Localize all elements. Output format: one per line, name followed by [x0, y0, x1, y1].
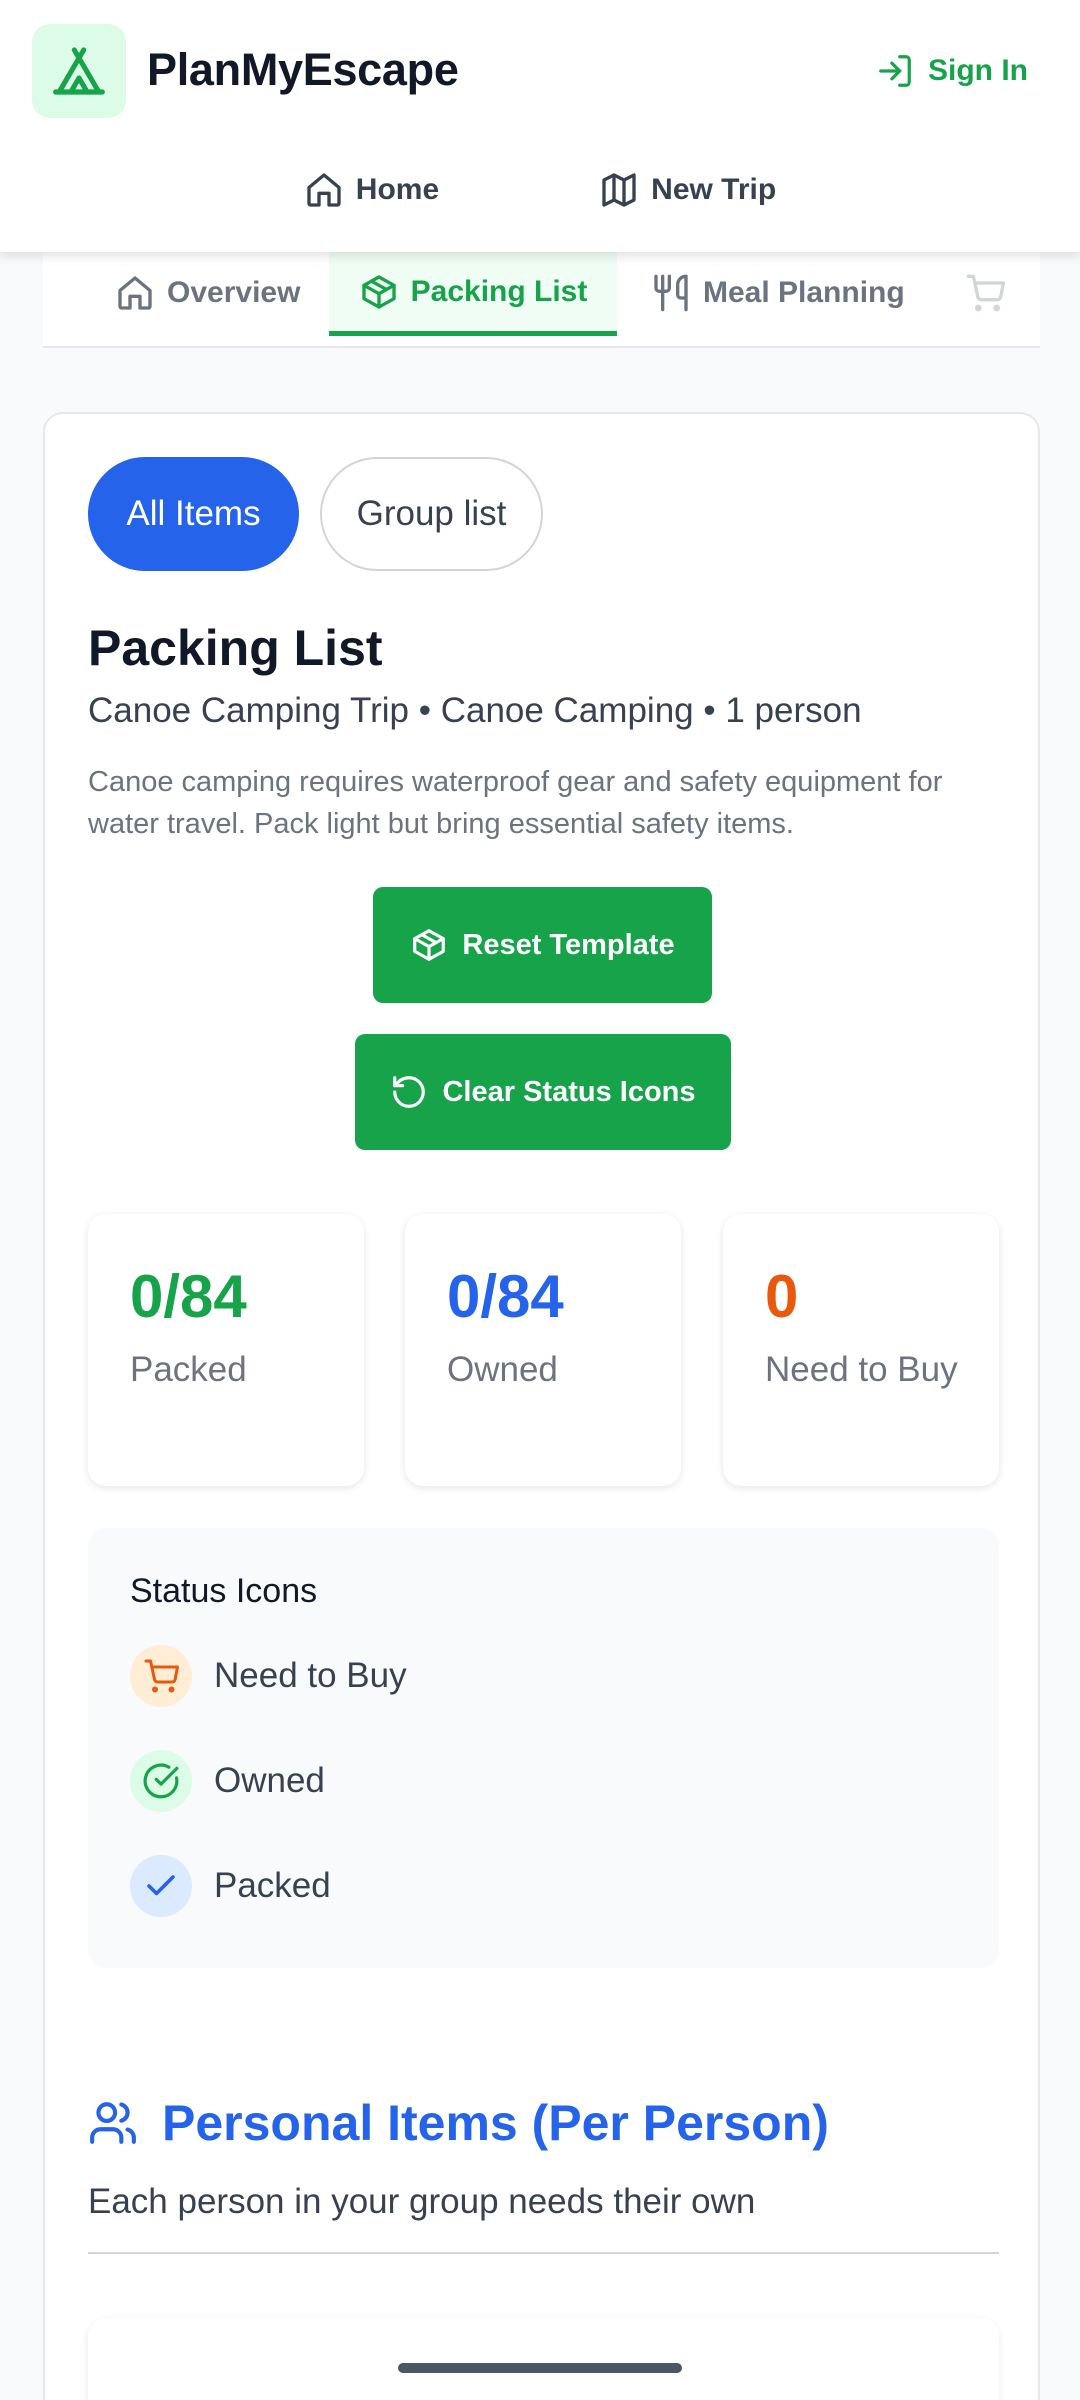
stat-need-to-buy: 0 Need to Buy: [723, 1214, 999, 1486]
legend-title: Status Icons: [130, 1572, 318, 1610]
section-title: Personal Items (Per Person): [88, 2094, 829, 2152]
tab-packing-list-label: Packing List: [410, 274, 588, 308]
package-icon: [413, 929, 446, 961]
home-icon: [118, 276, 152, 310]
tent-logo-icon[interactable]: [32, 24, 126, 118]
sign-in-icon: [879, 55, 911, 87]
check-circle-icon: [130, 1750, 192, 1812]
status-icons-legend: Status Icons Need to Buy Owned Packed: [88, 1528, 999, 1968]
home-indicator[interactable]: [398, 2363, 682, 2373]
tab-overview[interactable]: Overview: [115, 252, 300, 334]
nav-home-label: Home: [355, 173, 440, 206]
legend-owned-label: Owned: [214, 1761, 325, 1800]
stat-need-to-buy-label: Need to Buy: [765, 1350, 958, 1389]
sign-in-label: Sign In: [928, 54, 1028, 87]
trip-description: Canoe camping requires waterproof gear a…: [88, 766, 943, 840]
cart-icon: [966, 274, 1005, 312]
trip-subtabs: Overview Packing List Meal Planning: [43, 252, 1040, 348]
utensils-icon: [654, 274, 688, 312]
cart-icon: [130, 1645, 192, 1707]
filter-group-list[interactable]: Group list: [320, 457, 543, 571]
stat-packed-value: 0/84: [130, 1263, 247, 1330]
legend-owned: Owned: [130, 1749, 325, 1813]
stat-owned-label: Owned: [447, 1350, 558, 1389]
legend-packed: Packed: [130, 1854, 331, 1918]
nav-new-trip[interactable]: New Trip: [599, 160, 776, 220]
section-description: Each person in your group needs their ow…: [88, 2182, 756, 2221]
sign-in-button[interactable]: Sign In: [876, 52, 1028, 90]
nav-home[interactable]: Home: [304, 160, 439, 220]
stat-packed: 0/84 Packed: [88, 1214, 364, 1486]
section-title-label: Personal Items (Per Person): [162, 2095, 829, 2151]
main-nav: Home New Trip: [0, 160, 1080, 220]
nav-new-trip-label: New Trip: [651, 173, 777, 206]
users-icon: [90, 2102, 136, 2144]
app-header: PlanMyEscape Sign In Home New Trip: [0, 0, 1080, 252]
package-icon: [361, 274, 396, 309]
section-divider: [88, 2252, 999, 2254]
tab-meal-planning-label: Meal Planning: [703, 276, 905, 309]
stat-packed-label: Packed: [130, 1350, 247, 1389]
home-icon: [307, 173, 341, 207]
clear-status-icons-button[interactable]: Clear Status Icons: [355, 1034, 731, 1150]
stat-need-to-buy-value: 0: [765, 1263, 799, 1330]
reset-template-label: Reset Template: [462, 928, 675, 961]
page-title: Packing List: [88, 620, 383, 676]
packing-card: All Items Group list Packing List Canoe …: [43, 412, 1040, 2400]
reset-template-button[interactable]: Reset Template: [373, 887, 712, 1003]
tab-overview-label: Overview: [167, 276, 301, 309]
tab-shopping[interactable]: [965, 252, 1005, 334]
rotate-ccw-icon: [393, 1076, 426, 1108]
legend-packed-label: Packed: [214, 1866, 331, 1905]
tab-meal-planning[interactable]: Meal Planning: [651, 252, 905, 334]
legend-need-to-buy-label: Need to Buy: [214, 1656, 407, 1695]
trip-subtitle: Canoe Camping Trip • Canoe Camping • 1 p…: [88, 691, 862, 730]
stat-owned-value: 0/84: [447, 1263, 564, 1330]
stat-owned: 0/84 Owned: [405, 1214, 681, 1486]
app-title[interactable]: PlanMyEscape: [147, 44, 459, 96]
map-icon: [602, 173, 636, 207]
clear-status-icons-label: Clear Status Icons: [442, 1075, 696, 1108]
items-card: [88, 2318, 999, 2400]
legend-need-to-buy: Need to Buy: [130, 1644, 407, 1708]
filter-all-items[interactable]: All Items: [88, 457, 299, 571]
tab-packing-list[interactable]: Packing List: [329, 252, 617, 336]
check-icon: [130, 1855, 192, 1917]
